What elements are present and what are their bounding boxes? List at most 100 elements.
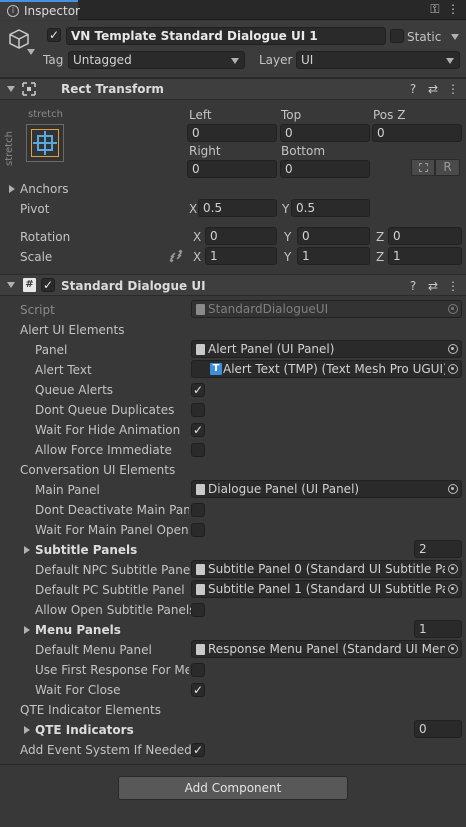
wait-main-panel-checkbox[interactable] bbox=[191, 523, 205, 537]
right-input[interactable]: 0 bbox=[187, 160, 277, 178]
pivot-x-axis[interactable]: X bbox=[189, 202, 197, 216]
rot-y-input[interactable]: 0 bbox=[297, 227, 370, 245]
help-icon[interactable]: ? bbox=[406, 279, 420, 293]
bottom-input[interactable]: 0 bbox=[280, 160, 370, 178]
conversation-section-label: Conversation UI Elements bbox=[20, 463, 176, 477]
rot-x-axis[interactable]: X bbox=[193, 230, 201, 244]
kebab-menu-icon[interactable]: ⋮ bbox=[446, 2, 460, 16]
qte-indicators-foldout-icon[interactable] bbox=[24, 726, 30, 734]
allow-open-subtitle-label: Allow Open Subtitle Panels bbox=[35, 603, 196, 617]
dont-queue-duplicates-label: Dont Queue Duplicates bbox=[35, 403, 175, 417]
default-menu-panel-field[interactable]: Response Menu Panel (Standard UI Menu Pa… bbox=[191, 640, 462, 658]
scale-x-input[interactable]: 1 bbox=[205, 247, 277, 265]
preset-icon[interactable]: ⇄ bbox=[426, 279, 440, 293]
default-pc-panel-field[interactable]: Subtitle Panel 1 (Standard UI Subtitle P… bbox=[191, 580, 462, 598]
subtitle-panels-foldout-icon[interactable] bbox=[24, 546, 30, 554]
tag-dropdown[interactable]: Untagged bbox=[68, 51, 245, 69]
menu-panels-foldout-icon[interactable] bbox=[24, 626, 30, 634]
layer-label: Layer bbox=[259, 53, 293, 67]
raw-edit-button[interactable]: R bbox=[435, 159, 460, 176]
pivot-y-axis[interactable]: Y bbox=[282, 202, 289, 216]
dont-queue-duplicates-checkbox[interactable] bbox=[191, 403, 205, 417]
subtitle-panels-label[interactable]: Subtitle Panels bbox=[35, 543, 137, 557]
object-picker-icon[interactable] bbox=[448, 344, 458, 354]
blueprint-mode-button[interactable] bbox=[411, 159, 435, 176]
component-enabled-toggle[interactable]: ✓ bbox=[41, 278, 55, 292]
qte-indicators-count[interactable]: 0 bbox=[414, 720, 462, 738]
allow-force-immediate-checkbox[interactable] bbox=[191, 443, 205, 457]
object-picker-icon[interactable] bbox=[448, 584, 458, 594]
scale-z-axis[interactable]: Z bbox=[376, 250, 384, 264]
tag-value: Untagged bbox=[73, 53, 132, 67]
rot-y-axis[interactable]: Y bbox=[284, 230, 291, 244]
rot-z-input[interactable]: 0 bbox=[388, 227, 462, 245]
script-file-icon bbox=[196, 304, 205, 315]
queue-alerts-checkbox[interactable]: ✓ bbox=[191, 383, 205, 397]
component-title: Standard Dialogue UI bbox=[61, 279, 206, 293]
add-event-system-checkbox[interactable]: ✓ bbox=[191, 743, 205, 757]
object-picker-icon[interactable] bbox=[448, 484, 458, 494]
constrain-proportions-icon[interactable] bbox=[169, 249, 183, 266]
static-dropdown-icon[interactable] bbox=[451, 34, 459, 40]
layer-dropdown[interactable]: UI bbox=[296, 51, 460, 69]
wait-for-hide-label: Wait For Hide Animation bbox=[35, 423, 181, 437]
pivot-x-input[interactable]: 0.5 bbox=[198, 199, 277, 217]
object-picker-icon[interactable] bbox=[448, 564, 458, 574]
wait-for-hide-checkbox[interactable]: ✓ bbox=[191, 423, 205, 437]
default-pc-panel-value: Subtitle Panel 1 (Standard UI Subtitle P… bbox=[208, 582, 445, 596]
component-menu-icon[interactable]: ⋮ bbox=[446, 82, 460, 96]
static-toggle[interactable] bbox=[390, 29, 404, 43]
foldout-arrow-icon[interactable] bbox=[7, 86, 15, 92]
qte-section-label: QTE Indicator Elements bbox=[20, 703, 161, 717]
scale-y-axis[interactable]: Y bbox=[284, 250, 291, 264]
anchors-label[interactable]: Anchors bbox=[20, 182, 69, 196]
active-toggle[interactable]: ✓ bbox=[47, 28, 61, 42]
tab-inspector[interactable]: i Inspector bbox=[0, 0, 80, 20]
left-input[interactable]: 0 bbox=[187, 124, 277, 142]
scale-y-input[interactable]: 1 bbox=[297, 247, 370, 265]
component-menu-icon[interactable]: ⋮ bbox=[446, 279, 460, 293]
wait-main-panel-label: Wait For Main Panel Open bbox=[35, 523, 189, 537]
blueprint-icon bbox=[419, 163, 428, 172]
lock-icon[interactable]: ⚿ bbox=[428, 2, 442, 16]
add-component-button[interactable]: Add Component bbox=[118, 776, 348, 800]
anchor-preset-vbar bbox=[44, 131, 46, 155]
foldout-arrow-icon[interactable] bbox=[7, 282, 15, 288]
layer-value: UI bbox=[301, 53, 314, 67]
left-label: Left bbox=[189, 108, 212, 122]
subtitle-panels-count[interactable]: 2 bbox=[414, 540, 462, 558]
pivot-y-input[interactable]: 0.5 bbox=[291, 199, 370, 217]
icon-dropdown-icon[interactable] bbox=[27, 49, 35, 55]
script-field[interactable]: StandardDialogueUI bbox=[191, 300, 462, 318]
dont-deactivate-checkbox[interactable] bbox=[191, 503, 205, 517]
menu-panels-label[interactable]: Menu Panels bbox=[35, 623, 121, 637]
wait-for-close-label: Wait For Close bbox=[35, 683, 121, 697]
posz-input[interactable]: 0 bbox=[372, 124, 462, 142]
posz-label: Pos Z bbox=[373, 108, 406, 122]
help-icon[interactable]: ? bbox=[406, 82, 420, 96]
top-input[interactable]: 0 bbox=[280, 124, 370, 142]
default-npc-panel-field[interactable]: Subtitle Panel 0 (Standard UI Subtitle P… bbox=[191, 560, 462, 578]
object-picker-icon[interactable] bbox=[448, 644, 458, 654]
menu-panels-count[interactable]: 1 bbox=[414, 620, 462, 638]
scale-z-input[interactable]: 1 bbox=[388, 247, 462, 265]
alert-text-field[interactable]: T Alert Text (TMP) (Text Mesh Pro UGUI) bbox=[191, 360, 462, 378]
anchors-foldout-icon[interactable] bbox=[9, 185, 15, 193]
tab-label: Inspector bbox=[24, 4, 80, 18]
right-label: Right bbox=[189, 144, 221, 158]
alert-panel-label: Panel bbox=[35, 343, 68, 357]
rotation-label: Rotation bbox=[20, 230, 71, 244]
qte-indicators-label[interactable]: QTE Indicators bbox=[35, 723, 134, 737]
rot-x-input[interactable]: 0 bbox=[205, 227, 277, 245]
allow-open-subtitle-checkbox[interactable] bbox=[191, 603, 205, 617]
rot-z-axis[interactable]: Z bbox=[376, 230, 384, 244]
object-name-input[interactable]: VN Template Standard Dialogue UI 1 bbox=[66, 27, 386, 45]
scale-x-axis[interactable]: X bbox=[193, 250, 201, 264]
preset-icon[interactable]: ⇄ bbox=[426, 82, 440, 96]
anchor-preset-button[interactable] bbox=[26, 124, 64, 162]
use-first-response-checkbox[interactable] bbox=[191, 663, 205, 677]
object-picker-icon[interactable] bbox=[448, 364, 458, 374]
alert-panel-field[interactable]: Alert Panel (UI Panel) bbox=[191, 340, 462, 358]
wait-for-close-checkbox[interactable]: ✓ bbox=[191, 683, 205, 697]
main-panel-field[interactable]: Dialogue Panel (UI Panel) bbox=[191, 480, 462, 498]
